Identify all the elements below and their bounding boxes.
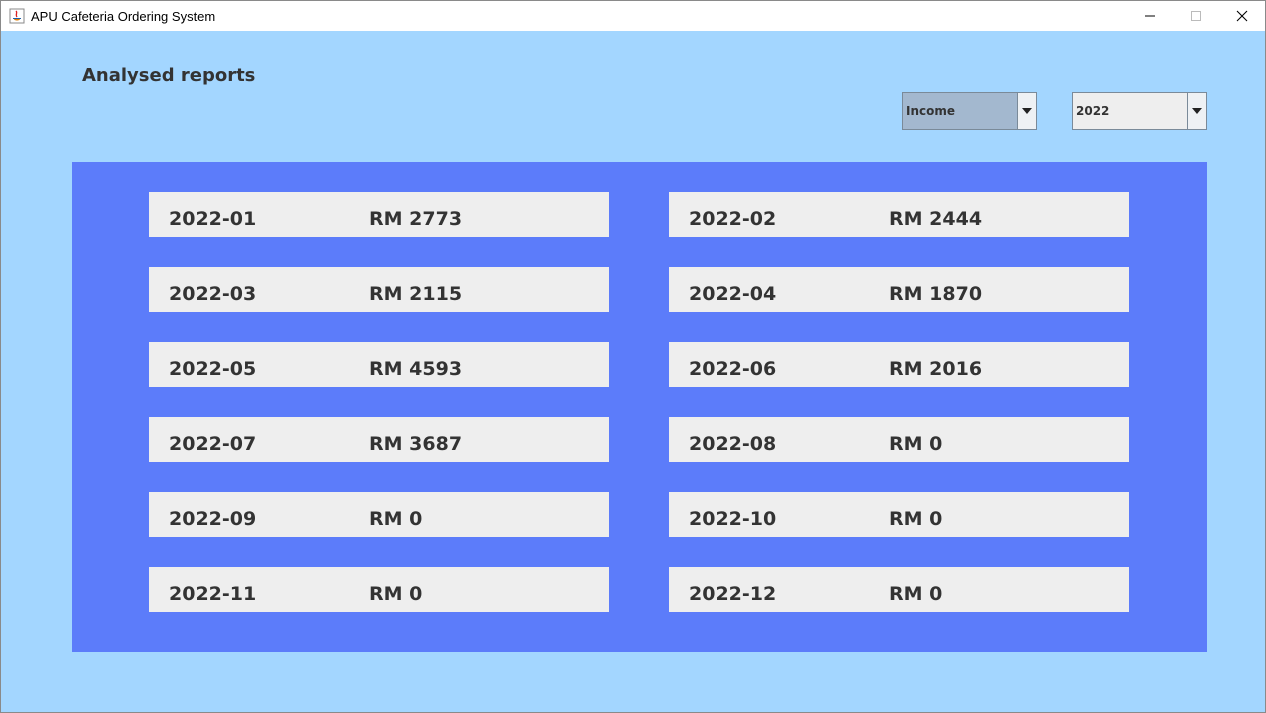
report-card: 2022-11 RM 0 (149, 567, 609, 612)
report-amount: RM 0 (369, 508, 423, 530)
report-amount: RM 2016 (889, 358, 983, 380)
report-amount: RM 1870 (889, 283, 983, 305)
report-card: 2022-07 RM 3687 (149, 417, 609, 462)
main-content: Analysed reports Income 2022 2022-01 RM … (1, 31, 1265, 712)
report-month: 2022-09 (169, 508, 257, 530)
report-month: 2022-11 (169, 583, 257, 605)
report-amount: RM 4593 (369, 358, 463, 380)
report-amount: RM 2444 (889, 208, 983, 230)
report-month: 2022-10 (689, 508, 777, 530)
report-month: 2022-02 (689, 208, 777, 230)
report-card: 2022-10 RM 0 (669, 492, 1129, 537)
report-amount: RM 2773 (369, 208, 463, 230)
year-value: 2022 (1073, 93, 1187, 129)
report-card: 2022-09 RM 0 (149, 492, 609, 537)
report-card: 2022-06 RM 2016 (669, 342, 1129, 387)
window-controls (1127, 1, 1265, 31)
report-month: 2022-12 (689, 583, 777, 605)
close-icon (1236, 10, 1248, 22)
maximize-button[interactable] (1173, 1, 1219, 31)
chevron-down-icon (1192, 108, 1202, 114)
report-type-dropdown[interactable]: Income (902, 92, 1037, 130)
report-card: 2022-12 RM 0 (669, 567, 1129, 612)
report-card: 2022-08 RM 0 (669, 417, 1129, 462)
java-app-icon (9, 8, 25, 24)
app-window: APU Cafeteria Ordering System Analysed r… (0, 0, 1266, 713)
window-title: APU Cafeteria Ordering System (31, 8, 216, 24)
report-month: 2022-06 (689, 358, 777, 380)
report-card: 2022-03 RM 2115 (149, 267, 609, 312)
chevron-down-icon (1022, 108, 1032, 114)
report-type-value: Income (903, 93, 1017, 129)
report-month: 2022-03 (169, 283, 257, 305)
report-card: 2022-05 RM 4593 (149, 342, 609, 387)
reports-panel: 2022-01 RM 2773 2022-02 RM 2444 2022-03 … (72, 162, 1207, 652)
minimize-button[interactable] (1127, 1, 1173, 31)
report-card: 2022-01 RM 2773 (149, 192, 609, 237)
close-button[interactable] (1219, 1, 1265, 31)
report-amount: RM 0 (889, 583, 943, 605)
report-amount: RM 0 (889, 433, 943, 455)
title-bar: APU Cafeteria Ordering System (1, 1, 1265, 31)
year-dropdown[interactable]: 2022 (1072, 92, 1207, 130)
report-card: 2022-04 RM 1870 (669, 267, 1129, 312)
dropdown-arrow-button[interactable] (1017, 93, 1036, 129)
report-amount: RM 0 (369, 583, 423, 605)
report-month: 2022-08 (689, 433, 777, 455)
dropdown-arrow-button[interactable] (1187, 93, 1206, 129)
report-month: 2022-04 (689, 283, 777, 305)
report-month: 2022-05 (169, 358, 257, 380)
minimize-icon (1145, 15, 1155, 17)
report-month: 2022-01 (169, 208, 257, 230)
report-card: 2022-02 RM 2444 (669, 192, 1129, 237)
page-title: Analysed reports (82, 65, 256, 86)
report-amount: RM 3687 (369, 433, 463, 455)
report-month: 2022-07 (169, 433, 257, 455)
report-amount: RM 2115 (369, 283, 463, 305)
maximize-icon (1191, 11, 1201, 21)
report-amount: RM 0 (889, 508, 943, 530)
